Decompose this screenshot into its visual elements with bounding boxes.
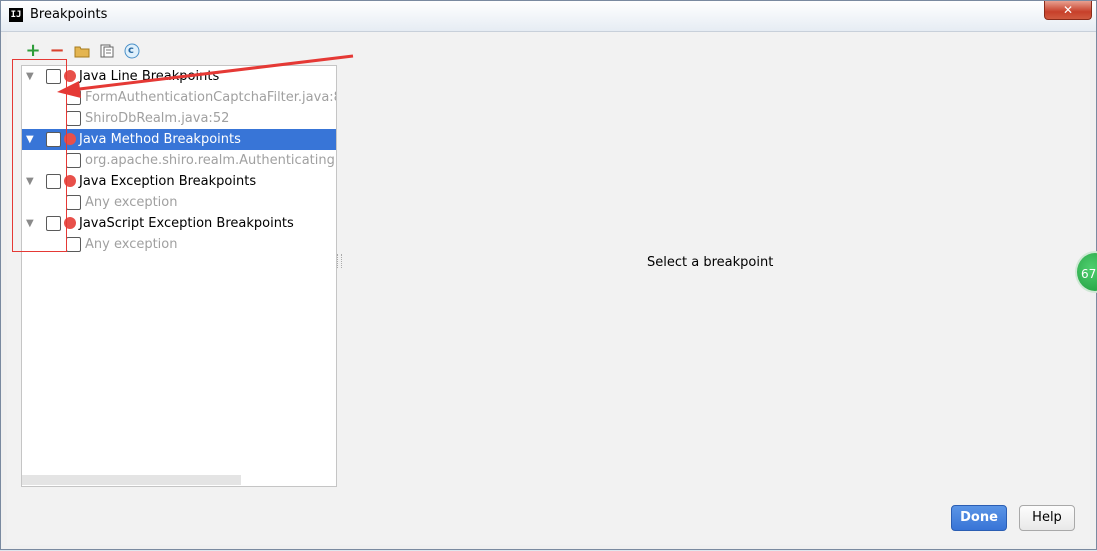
tree-item[interactable]: org.apache.shiro.realm.AuthenticatingRea… <box>22 150 336 171</box>
line-breakpoint-icon <box>64 70 76 82</box>
item-label: Any exception <box>85 237 178 252</box>
window-title: Breakpoints <box>30 7 108 22</box>
tree-item[interactable]: ShiroDbRealm.java:52 <box>22 108 336 129</box>
category-label: Java Method Breakpoints <box>79 132 241 147</box>
expand-arrow-icon[interactable]: ▼ <box>26 66 36 87</box>
item-checkbox[interactable] <box>66 237 81 252</box>
category-checkbox[interactable] <box>46 174 61 189</box>
item-label: FormAuthenticationCaptchaFilter.java:86 <box>85 90 336 105</box>
breakpoints-tree[interactable]: ▼ Java Line Breakpoints FormAuthenticati… <box>21 65 337 487</box>
item-checkbox[interactable] <box>66 195 81 210</box>
class-glyph: c <box>128 45 134 56</box>
horizontal-scrollbar[interactable] <box>22 475 241 485</box>
category-checkbox[interactable] <box>46 216 61 231</box>
intellij-app-icon: IJ <box>9 8 23 22</box>
group-by-file-icon[interactable] <box>99 43 115 59</box>
item-checkbox[interactable] <box>66 153 81 168</box>
expand-arrow-icon[interactable]: ▼ <box>26 171 36 192</box>
group-by-class-icon[interactable]: c <box>124 43 140 59</box>
item-label: Any exception <box>85 195 178 210</box>
method-breakpoint-icon <box>64 133 76 145</box>
help-button[interactable]: Help <box>1019 505 1075 531</box>
tree-category-java-method[interactable]: ▼ Java Method Breakpoints <box>22 129 336 150</box>
tree-category-java-line[interactable]: ▼ Java Line Breakpoints <box>22 66 336 87</box>
exception-breakpoint-icon <box>64 217 76 229</box>
expand-arrow-icon[interactable]: ▼ <box>26 129 36 150</box>
item-checkbox[interactable] <box>66 90 81 105</box>
exception-breakpoint-icon <box>64 175 76 187</box>
splitter-handle[interactable] <box>337 254 342 268</box>
close-button[interactable]: ✕ <box>1044 1 1092 20</box>
category-label: Java Line Breakpoints <box>79 69 220 84</box>
category-checkbox[interactable] <box>46 132 61 147</box>
item-label: ShiroDbRealm.java:52 <box>85 111 230 126</box>
title-bar: IJ Breakpoints ✕ <box>1 1 1096 32</box>
remove-breakpoint-icon[interactable]: − <box>49 42 65 60</box>
item-label: org.apache.shiro.realm.AuthenticatingRea… <box>85 153 336 168</box>
category-label: Java Exception Breakpoints <box>79 174 257 189</box>
group-by-package-folder-icon[interactable] <box>74 43 90 59</box>
add-breakpoint-icon[interactable]: + <box>25 42 41 60</box>
tree-item[interactable]: Any exception <box>22 234 336 255</box>
item-checkbox[interactable] <box>66 111 81 126</box>
dialog-content: + − c ▼ Java Line Breakpoints FormAuthen… <box>7 32 1090 545</box>
expand-arrow-icon[interactable]: ▼ <box>26 213 36 234</box>
tree-category-java-exception[interactable]: ▼ Java Exception Breakpoints <box>22 171 336 192</box>
detail-placeholder: Select a breakpoint <box>647 255 774 270</box>
tree-item[interactable]: Any exception <box>22 192 336 213</box>
done-button[interactable]: Done <box>951 505 1007 531</box>
tree-category-javascript-exception[interactable]: ▼ JavaScript Exception Breakpoints <box>22 213 336 234</box>
category-checkbox[interactable] <box>46 69 61 84</box>
tree-item[interactable]: FormAuthenticationCaptchaFilter.java:86 <box>22 87 336 108</box>
category-label: JavaScript Exception Breakpoints <box>79 216 294 231</box>
breakpoints-dialog: IJ Breakpoints ✕ + − c ▼ Java Line Break… <box>0 0 1097 550</box>
